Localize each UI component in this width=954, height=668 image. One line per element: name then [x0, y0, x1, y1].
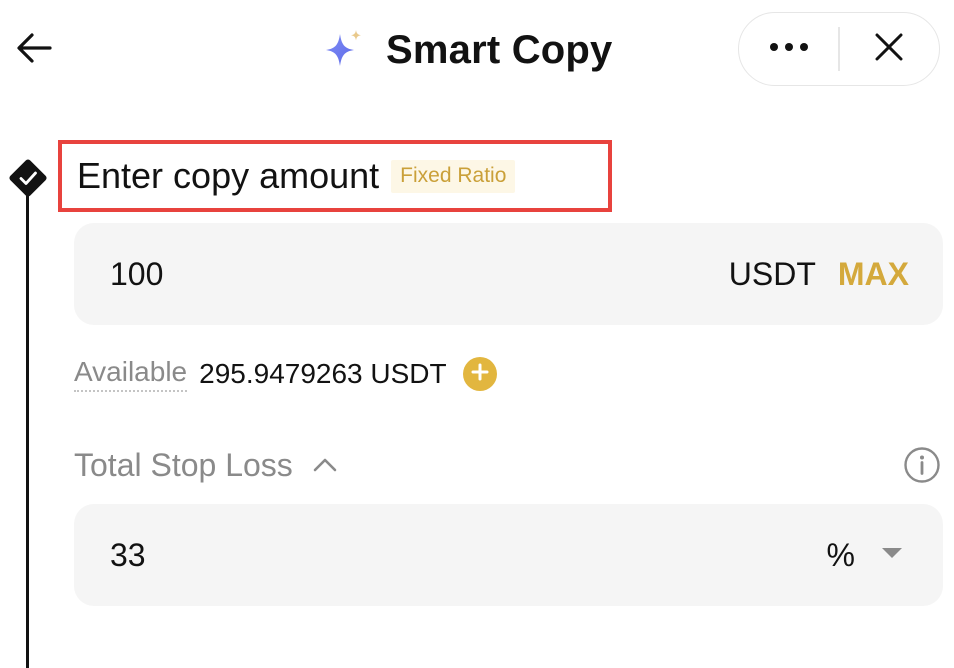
- close-button[interactable]: [840, 13, 939, 85]
- caret-down-icon: [881, 546, 903, 564]
- arrow-left-icon: [14, 28, 54, 73]
- max-button[interactable]: MAX: [838, 256, 909, 293]
- info-icon[interactable]: [903, 446, 941, 484]
- chevron-up-icon[interactable]: [311, 451, 339, 479]
- copy-amount-heading: Enter copy amount Fixed Ratio: [58, 140, 612, 212]
- close-icon: [874, 32, 904, 67]
- smart-copy-page: Smart Copy Enter copy amount Fixed Ratio…: [0, 0, 954, 668]
- stop-loss-field[interactable]: 33 %: [74, 504, 943, 606]
- available-balance-row: Available 295.9479263 USDT: [74, 352, 497, 396]
- stop-loss-unit-select[interactable]: %: [827, 537, 903, 574]
- stop-loss-unit: %: [826, 536, 855, 573]
- more-options-button[interactable]: [739, 13, 838, 85]
- sparkle-icon: [318, 26, 366, 74]
- copy-amount-unit: USDT: [728, 255, 816, 292]
- stop-loss-input[interactable]: 33: [110, 537, 827, 574]
- stop-loss-label[interactable]: Total Stop Loss: [74, 447, 293, 484]
- copy-amount-field[interactable]: 100 USDT MAX: [74, 223, 943, 325]
- stepper-line: [26, 180, 29, 668]
- more-horizontal-icon: [767, 40, 811, 58]
- plus-icon: [471, 363, 489, 386]
- step-complete-marker: [5, 157, 51, 203]
- page-title: Smart Copy: [386, 27, 613, 72]
- back-button[interactable]: [8, 24, 60, 76]
- available-label[interactable]: Available: [74, 356, 188, 392]
- copy-amount-title: Enter copy amount: [77, 155, 380, 196]
- available-balance-value: 295.9479263 USDT: [199, 358, 447, 389]
- stop-loss-header: Total Stop Loss: [74, 440, 943, 490]
- fixed-ratio-badge: Fixed Ratio: [391, 159, 516, 193]
- header-title-group: Smart Copy: [318, 22, 613, 78]
- add-funds-button[interactable]: [462, 357, 497, 391]
- copy-amount-input[interactable]: 100: [110, 256, 729, 293]
- check-diamond-icon: [5, 155, 51, 206]
- header-actions: [738, 12, 940, 86]
